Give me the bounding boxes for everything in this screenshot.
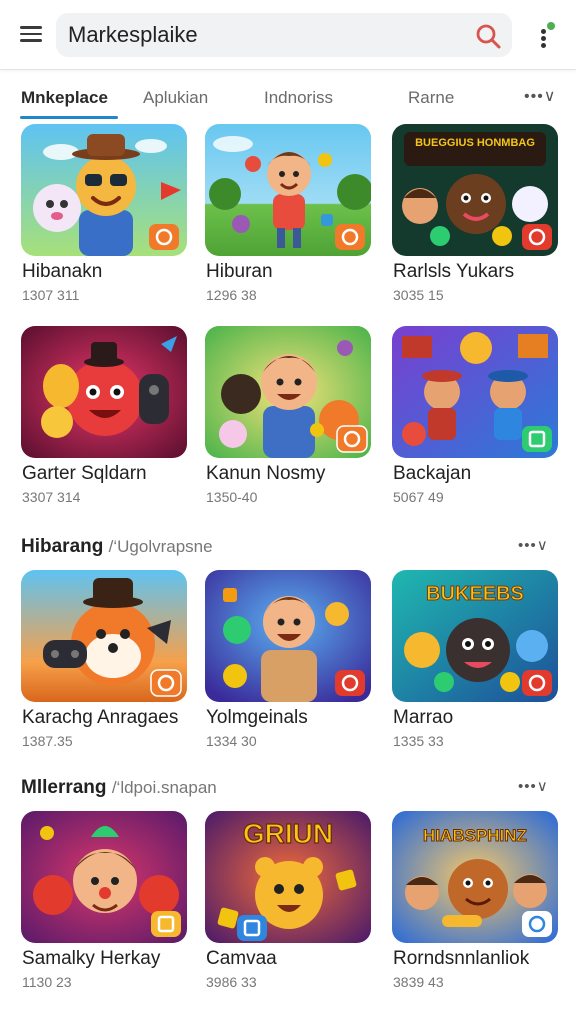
app-meta: 3986 33 (206, 974, 257, 990)
section-header: Mllerrang /‘ldpoi.snapan •••∨ (0, 773, 576, 803)
app-thumbnail: BUEGGIUS HONMBAG (392, 124, 558, 256)
app-meta: 1296 38 (206, 287, 257, 303)
app-thumbnail (205, 326, 371, 458)
app-thumbnail: BUKEEBS (392, 570, 558, 702)
app-thumbnail (21, 570, 187, 702)
tab-game[interactable]: Rarne (408, 88, 454, 108)
top-app-bar (0, 0, 576, 70)
section-more-button[interactable]: •••∨ (518, 777, 549, 795)
app-title: Marrao (393, 707, 454, 728)
app-thumbnail: GRIUN (205, 811, 371, 943)
hamburger-menu-icon[interactable] (18, 22, 44, 46)
app-card[interactable]: HIABSPHINZ Rorndsnnlanliok 3839 43 (392, 811, 560, 1001)
app-card[interactable]: Hibanakn 1307 311 (21, 124, 189, 314)
app-thumbnail (392, 326, 558, 458)
app-thumbnail (21, 811, 187, 943)
section-subtitle: /‘Ugolvrapsne (108, 537, 213, 556)
app-title: Rarlsls Yukars (393, 261, 515, 282)
app-meta: 3035 15 (393, 287, 444, 303)
app-meta: 1334 30 (206, 733, 257, 749)
app-meta: 3307 314 (22, 489, 81, 505)
section-title: Mllerrang /‘ldpoi.snapan (21, 777, 217, 799)
search-icon[interactable] (474, 22, 502, 50)
app-title: Garter Sqldarn (22, 463, 147, 484)
section-header: Hibarang /‘Ugolvrapsne •••∨ (0, 532, 576, 562)
app-meta: 1387.35 (22, 733, 73, 749)
app-card[interactable]: Garter Sqldarn 3307 314 (21, 326, 189, 516)
section-title-text: Mllerrang (21, 777, 107, 798)
section-title: Hibarang /‘Ugolvrapsne (21, 536, 213, 558)
app-meta: 1335 33 (393, 733, 444, 749)
search-input[interactable] (68, 13, 458, 57)
app-card[interactable]: Hiburan 1296 38 (205, 124, 373, 314)
app-meta: 5067 49 (393, 489, 444, 505)
app-title: Rorndsnnlanliok (393, 948, 530, 969)
app-meta: 1307 311 (22, 287, 80, 303)
app-title: Kanun Nosmy (206, 463, 326, 484)
tab-aplikasi[interactable]: Aplukian (143, 88, 208, 108)
app-thumbnail (21, 326, 187, 458)
active-tab-indicator (20, 116, 118, 119)
app-thumbnail (205, 124, 371, 256)
app-card[interactable]: Kanun Nosmy 1350-40 (205, 326, 373, 516)
app-card[interactable]: Samalky Herkay 1130 23 (21, 811, 189, 1001)
app-card[interactable]: GRIUN Camvaa 3986 33 (205, 811, 373, 1001)
app-card[interactable]: BUEGGIUS HONMBAG Rarlsls Yukars 3035 15 (392, 124, 560, 314)
app-card[interactable]: Karachg Anragaes 1387.35 (21, 570, 189, 760)
app-meta: 3839 43 (393, 974, 444, 990)
app-title: Samalky Herkay (22, 948, 161, 969)
banner-text: GRIUN (243, 818, 333, 849)
app-thumbnail (205, 570, 371, 702)
tab-marketplace[interactable]: Mnkeplace (21, 88, 108, 108)
section-title-text: Hibarang (21, 536, 104, 557)
banner-text: BUEGGIUS HONMBAG (415, 137, 535, 149)
banner-text: HIABSPHINZ (423, 826, 527, 845)
app-meta: 1130 23 (22, 974, 72, 990)
banner-text: BUKEEBS (426, 583, 524, 605)
app-title: Yolmgeinals (206, 707, 308, 728)
app-title: Hibanakn (22, 261, 103, 282)
app-card[interactable]: Backajan 5067 49 (392, 326, 560, 516)
tab-indonesia[interactable]: Indnoriss (264, 88, 333, 108)
app-card[interactable]: BUKEEBS Marrao 1335 33 (392, 570, 560, 760)
app-meta: 1350-40 (206, 489, 258, 505)
category-tabs: Mnkeplace Aplukian Indnoriss Rarne •••∨ (0, 80, 576, 120)
search-bar (56, 13, 512, 57)
notification-dot (547, 22, 555, 30)
app-thumbnail (21, 124, 187, 256)
section-subtitle: /‘ldpoi.snapan (111, 778, 217, 797)
app-title: Camvaa (206, 948, 277, 969)
tabs-more-button[interactable]: •••∨ (524, 86, 557, 106)
app-card[interactable]: Yolmgeinals 1334 30 (205, 570, 373, 760)
section-more-button[interactable]: •••∨ (518, 536, 549, 554)
app-title: Backajan (393, 463, 472, 484)
more-vert-icon[interactable] (532, 22, 556, 50)
app-thumbnail: HIABSPHINZ (392, 811, 558, 943)
app-title: Karachg Anragaes (22, 707, 179, 728)
app-title: Hiburan (206, 261, 273, 282)
